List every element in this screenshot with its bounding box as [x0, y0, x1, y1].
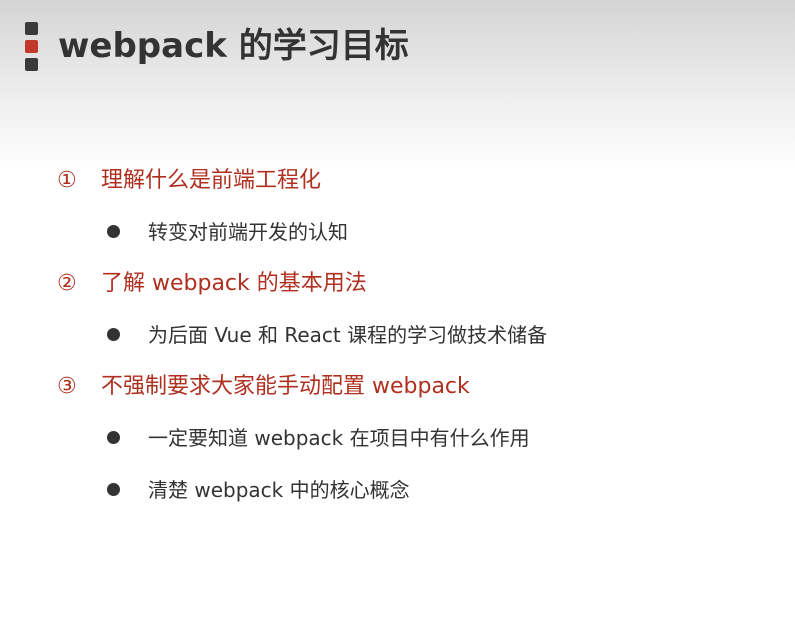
slide-title: webpack 的学习目标 [58, 26, 409, 66]
goal-item-3: ③ 不强制要求大家能手动配置 webpack [57, 369, 470, 405]
bullet-icon [107, 225, 120, 238]
sub-item-3-2: 清楚 webpack 中的核心概念 [107, 473, 410, 507]
title-marker-bottom [25, 58, 38, 71]
title-marker-middle [25, 40, 38, 53]
goal-text: 不强制要求大家能手动配置 webpack [101, 374, 470, 399]
goal-number: ① [57, 168, 77, 193]
goal-number: ③ [57, 374, 77, 399]
title-marker-top [25, 22, 38, 35]
goal-number: ② [57, 271, 77, 296]
sub-item-2-1: 为后面 Vue 和 React 课程的学习做技术储备 [107, 318, 547, 352]
bullet-icon [107, 431, 120, 444]
sub-item-text: 清楚 webpack 中的核心概念 [148, 478, 410, 502]
bullet-icon [107, 328, 120, 341]
goal-item-1: ① 理解什么是前端工程化 [57, 163, 321, 199]
goal-text: 了解 webpack 的基本用法 [101, 271, 367, 296]
sub-item-text: 一定要知道 webpack 在项目中有什么作用 [148, 426, 530, 450]
goal-item-2: ② 了解 webpack 的基本用法 [57, 266, 367, 302]
goal-text: 理解什么是前端工程化 [101, 168, 322, 193]
sub-item-1-1: 转变对前端开发的认知 [107, 215, 348, 249]
sub-item-3-1: 一定要知道 webpack 在项目中有什么作用 [107, 421, 530, 455]
sub-item-text: 转变对前端开发的认知 [148, 220, 348, 244]
sub-item-text: 为后面 Vue 和 React 课程的学习做技术储备 [148, 323, 548, 347]
bullet-icon [107, 483, 120, 496]
